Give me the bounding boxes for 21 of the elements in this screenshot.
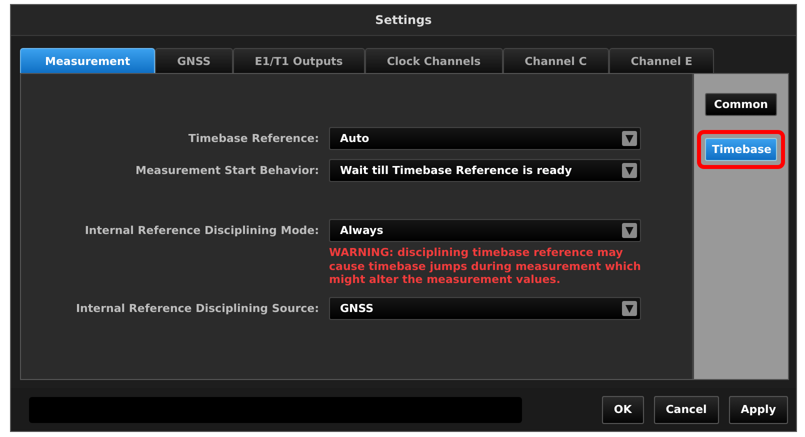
field-label: Measurement Start Behavior: — [134, 164, 320, 176]
tab[interactable]: Clock Channels — [364, 48, 503, 73]
dropdown[interactable]: Auto — [329, 126, 641, 150]
tab[interactable]: Channel E — [608, 48, 714, 73]
warning-text: WARNING: disciplining timebase reference may cause timebase jumps during measurement which might alter the measurement values. — [329, 246, 642, 286]
tab[interactable]: GNSS — [155, 48, 233, 73]
field-label: Timebase Reference: — [187, 132, 320, 144]
dialog-button[interactable]: OK — [602, 396, 644, 424]
dropdown[interactable]: GNSS — [329, 297, 641, 320]
window-title: Settings — [11, 5, 796, 36]
dialog-button[interactable]: Cancel — [654, 396, 719, 424]
tab[interactable]: Channel C — [502, 48, 609, 73]
field-label: Internal Reference Disciplining Mode: — [84, 224, 320, 236]
tab[interactable]: E1/T1 Outputs — [232, 48, 365, 73]
dropdown[interactable]: Always — [329, 218, 641, 242]
dialog-button[interactable]: Apply — [728, 396, 788, 424]
field-label: Internal Reference Disciplining Source: — [74, 302, 320, 315]
tab[interactable]: Measurement — [20, 48, 156, 73]
side-button[interactable]: Timebase — [705, 138, 777, 161]
dropdown[interactable]: Wait till Timebase Reference is ready — [329, 158, 641, 182]
side-button[interactable]: Common — [705, 93, 777, 116]
